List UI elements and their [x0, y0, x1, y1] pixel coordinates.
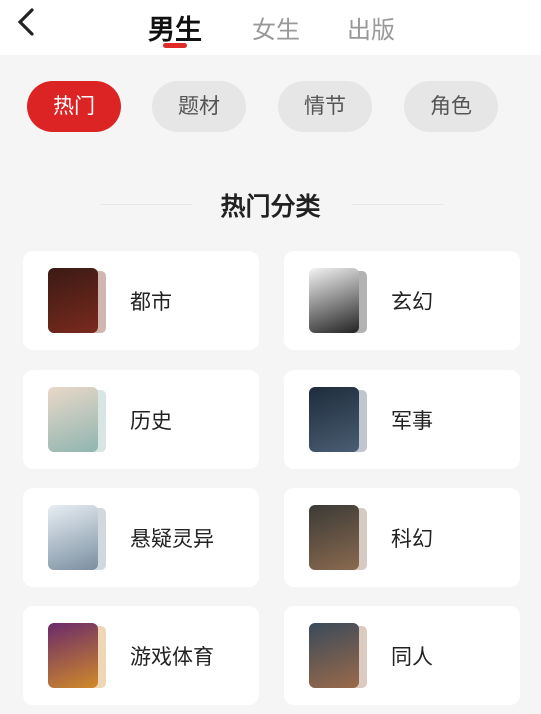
tab-publish[interactable]: 出版	[347, 10, 395, 45]
category-card[interactable]: 科幻	[284, 488, 520, 587]
category-label: 历史	[130, 409, 172, 433]
book-cover	[309, 268, 359, 333]
book-cover	[48, 505, 98, 570]
category-card[interactable]: 悬疑灵异	[23, 488, 259, 587]
top-nav: 男生 女生 出版	[0, 0, 541, 55]
category-label: 军事	[391, 409, 433, 433]
category-label: 都市	[130, 290, 172, 314]
category-card[interactable]: 都市	[23, 251, 259, 350]
section-title: 热门分类	[220, 192, 321, 221]
tab-female[interactable]: 女生	[252, 10, 300, 45]
category-label: 科幻	[391, 527, 433, 551]
book-cover	[48, 268, 98, 333]
filter-plot[interactable]: 情节	[278, 81, 372, 132]
filter-role[interactable]: 角色	[404, 81, 498, 132]
category-card[interactable]: 历史	[23, 370, 259, 469]
category-card[interactable]: 同人	[284, 606, 520, 705]
category-label: 游戏体育	[130, 645, 214, 669]
book-cover	[309, 387, 359, 452]
category-card[interactable]: 游戏体育	[23, 606, 259, 705]
active-tab-indicator	[163, 43, 187, 48]
category-label: 同人	[391, 645, 433, 669]
category-label: 玄幻	[391, 290, 433, 314]
book-cover	[48, 623, 98, 688]
chevron-left-icon	[17, 8, 34, 36]
book-cover	[309, 505, 359, 570]
tab-male[interactable]: 男生	[148, 8, 202, 47]
category-card[interactable]: 军事	[284, 370, 520, 469]
category-card[interactable]: 玄幻	[284, 251, 520, 350]
filter-hot[interactable]: 热门	[27, 81, 121, 132]
category-label: 悬疑灵异	[130, 527, 214, 551]
divider-right	[352, 204, 444, 205]
book-cover	[309, 623, 359, 688]
filter-theme[interactable]: 题材	[152, 81, 246, 132]
book-cover	[48, 387, 98, 452]
back-button[interactable]	[14, 6, 44, 38]
